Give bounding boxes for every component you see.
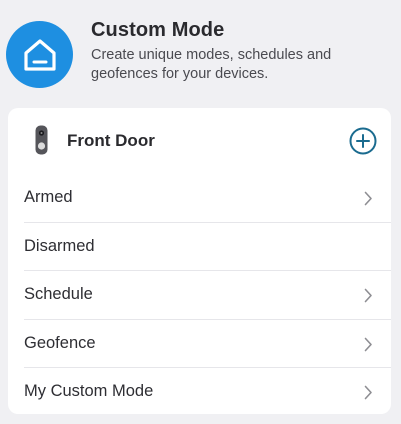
header: Custom Mode Create unique modes, schedul… (0, 0, 401, 100)
device-row: Front Door (8, 108, 391, 174)
chevron-right-icon (364, 337, 373, 352)
device-name: Front Door (67, 131, 155, 150)
mode-item-my-custom-mode[interactable]: My Custom Mode (24, 368, 391, 417)
doorbell-icon (35, 125, 48, 155)
device-modes-card: Front Door Armed Disarmed Schedule Geofe… (8, 108, 391, 414)
add-mode-button[interactable] (349, 127, 377, 155)
plus-circle-icon (349, 127, 377, 155)
custom-mode-app-icon (6, 21, 73, 88)
mode-item-geofence[interactable]: Geofence (24, 320, 391, 368)
mode-label: Geofence (24, 333, 96, 352)
mode-item-disarmed[interactable]: Disarmed (24, 223, 391, 271)
page-title: Custom Mode (91, 19, 225, 41)
mode-item-armed[interactable]: Armed (24, 174, 391, 223)
mode-list: Armed Disarmed Schedule Geofence My Cust… (8, 174, 391, 417)
house-icon (23, 38, 56, 71)
mode-item-schedule[interactable]: Schedule (24, 271, 391, 320)
mode-label: Armed (24, 188, 73, 206)
chevron-right-icon (364, 191, 373, 206)
mode-label: Schedule (24, 285, 93, 303)
page-subtitle: Create unique modes, schedules and geofe… (91, 47, 332, 82)
chevron-right-icon (364, 288, 373, 303)
chevron-right-icon (364, 385, 373, 400)
mode-label: Disarmed (24, 236, 95, 255)
mode-label: My Custom Mode (24, 382, 154, 400)
